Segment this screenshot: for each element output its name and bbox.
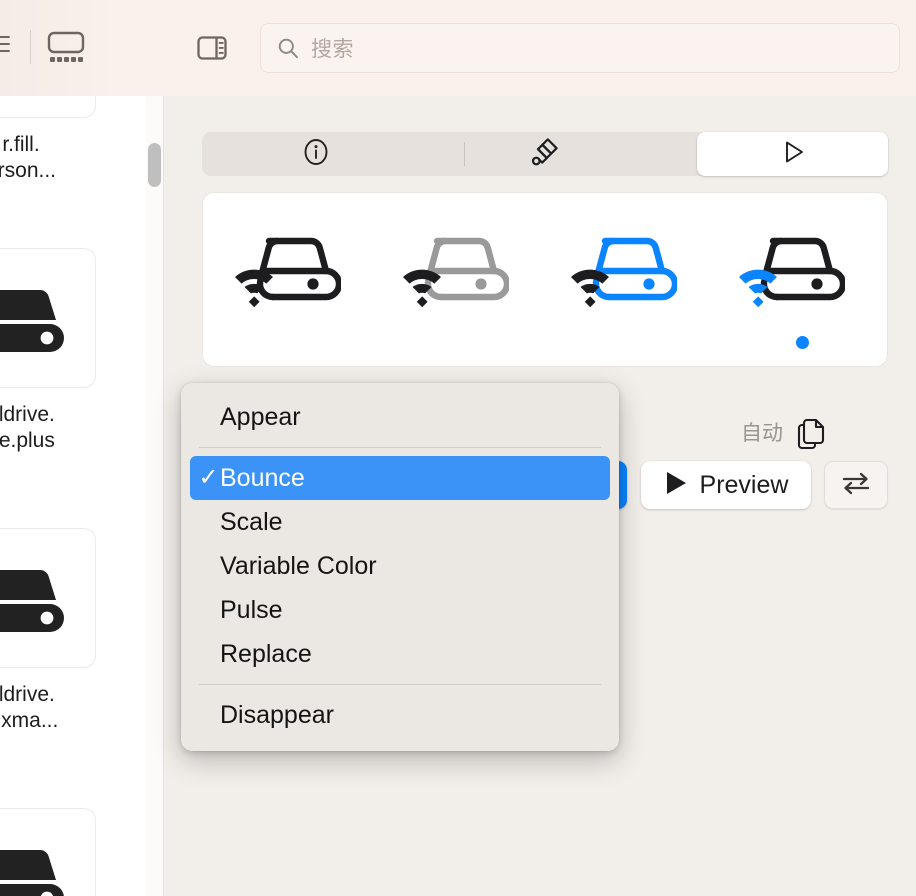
menu-item-label: Replace: [220, 640, 312, 669]
list-icon[interactable]: [0, 33, 15, 55]
play-fill-icon: [664, 470, 688, 501]
menu-item-label: Variable Color: [220, 552, 377, 581]
menu-item-label: Disappear: [220, 701, 334, 730]
menu-item-disappear[interactable]: Disappear: [190, 693, 610, 737]
symbol-preview-multicolor[interactable]: [735, 231, 845, 309]
scrollbar-thumb[interactable]: [148, 143, 161, 187]
list-item[interactable]: [0, 808, 96, 896]
externaldrive-icon: [0, 840, 68, 896]
preview-button[interactable]: Preview: [641, 461, 811, 509]
paintbrush-icon: [527, 135, 561, 174]
symbol-grid-sidebar[interactable]: r.fill. erson... aldrive. ge.plus: [0, 96, 146, 896]
menu-item-label: Pulse: [220, 596, 283, 625]
menu-item-pulse[interactable]: Pulse: [190, 588, 610, 632]
menu-group: ✓ Bounce Scale Variable Color Pulse Repl…: [181, 456, 619, 676]
loop-toggle-button[interactable]: [824, 461, 888, 509]
toolbar-left-group: [0, 0, 120, 96]
menu-group: Disappear: [181, 693, 619, 737]
play-triangle-icon: [778, 137, 808, 172]
checkmark-icon: ✓: [190, 466, 220, 490]
inspector-segmented-control[interactable]: [202, 132, 888, 176]
menu-item-appear[interactable]: Appear: [190, 395, 610, 439]
menu-group: Appear: [181, 395, 619, 439]
menu-item-replace[interactable]: Replace: [190, 632, 610, 676]
symbol-label-line2: erson...: [0, 153, 96, 188]
menu-separator: [199, 684, 601, 685]
symbol-tile[interactable]: [0, 528, 96, 668]
symbol-tile[interactable]: [0, 96, 96, 118]
list-item[interactable]: aldrive. ge.plus: [0, 248, 96, 458]
tab-appearance[interactable]: [430, 132, 658, 176]
symbol-tile[interactable]: [0, 248, 96, 388]
menu-item-bounce[interactable]: ✓ Bounce: [190, 456, 610, 500]
preview-button-label: Preview: [700, 471, 789, 500]
info-circle-icon: [301, 137, 331, 172]
symbol-label-line2: e.xma...: [0, 703, 96, 738]
symbol-preview-monochrome[interactable]: [231, 231, 341, 309]
menu-item-label: Appear: [220, 403, 301, 432]
sidebar-scrollbar[interactable]: [146, 96, 164, 896]
tab-info[interactable]: [202, 132, 430, 176]
list-item[interactable]: aldrive. e.xma...: [0, 528, 96, 738]
auto-label: 自动: [741, 418, 783, 450]
menu-separator: [199, 447, 601, 448]
symbol-label-line2: ge.plus: [0, 423, 96, 458]
symbol-tile[interactable]: [0, 808, 96, 896]
menu-item-label: Scale: [220, 508, 283, 537]
inspector-toggle-icon[interactable]: [195, 31, 229, 65]
menu-item-variable-color[interactable]: Variable Color: [190, 544, 610, 588]
symbol-preview-hierarchical[interactable]: [399, 231, 509, 309]
menu-item-label: Bounce: [220, 464, 305, 493]
repeat-arrows-icon: [839, 468, 873, 503]
externaldrive-badge-xmark-icon: [0, 560, 68, 636]
search-icon: [277, 37, 299, 59]
gallery-view-icon[interactable]: [46, 31, 86, 65]
symbol-rendering-preview: [202, 192, 888, 367]
search-input[interactable]: 搜索: [260, 23, 900, 73]
search-placeholder: 搜索: [311, 33, 354, 63]
symbol-preview-palette[interactable]: [567, 231, 677, 309]
menu-item-scale[interactable]: Scale: [190, 500, 610, 544]
tab-animation[interactable]: [697, 132, 888, 176]
list-item[interactable]: r.fill. erson...: [0, 96, 96, 188]
toolbar: 搜索: [0, 0, 916, 96]
variant-indicator-dot: [796, 336, 809, 349]
sf-symbols-window: 搜索 r.fill. erson... aldrive. ge.plus: [0, 0, 916, 896]
toolbar-divider: [30, 30, 31, 64]
animation-type-menu[interactable]: Appear ✓ Bounce Scale Variable Color Pul…: [181, 383, 619, 751]
externaldrive-badge-plus-icon: [0, 280, 68, 356]
doc-on-doc-icon[interactable]: [795, 416, 829, 450]
